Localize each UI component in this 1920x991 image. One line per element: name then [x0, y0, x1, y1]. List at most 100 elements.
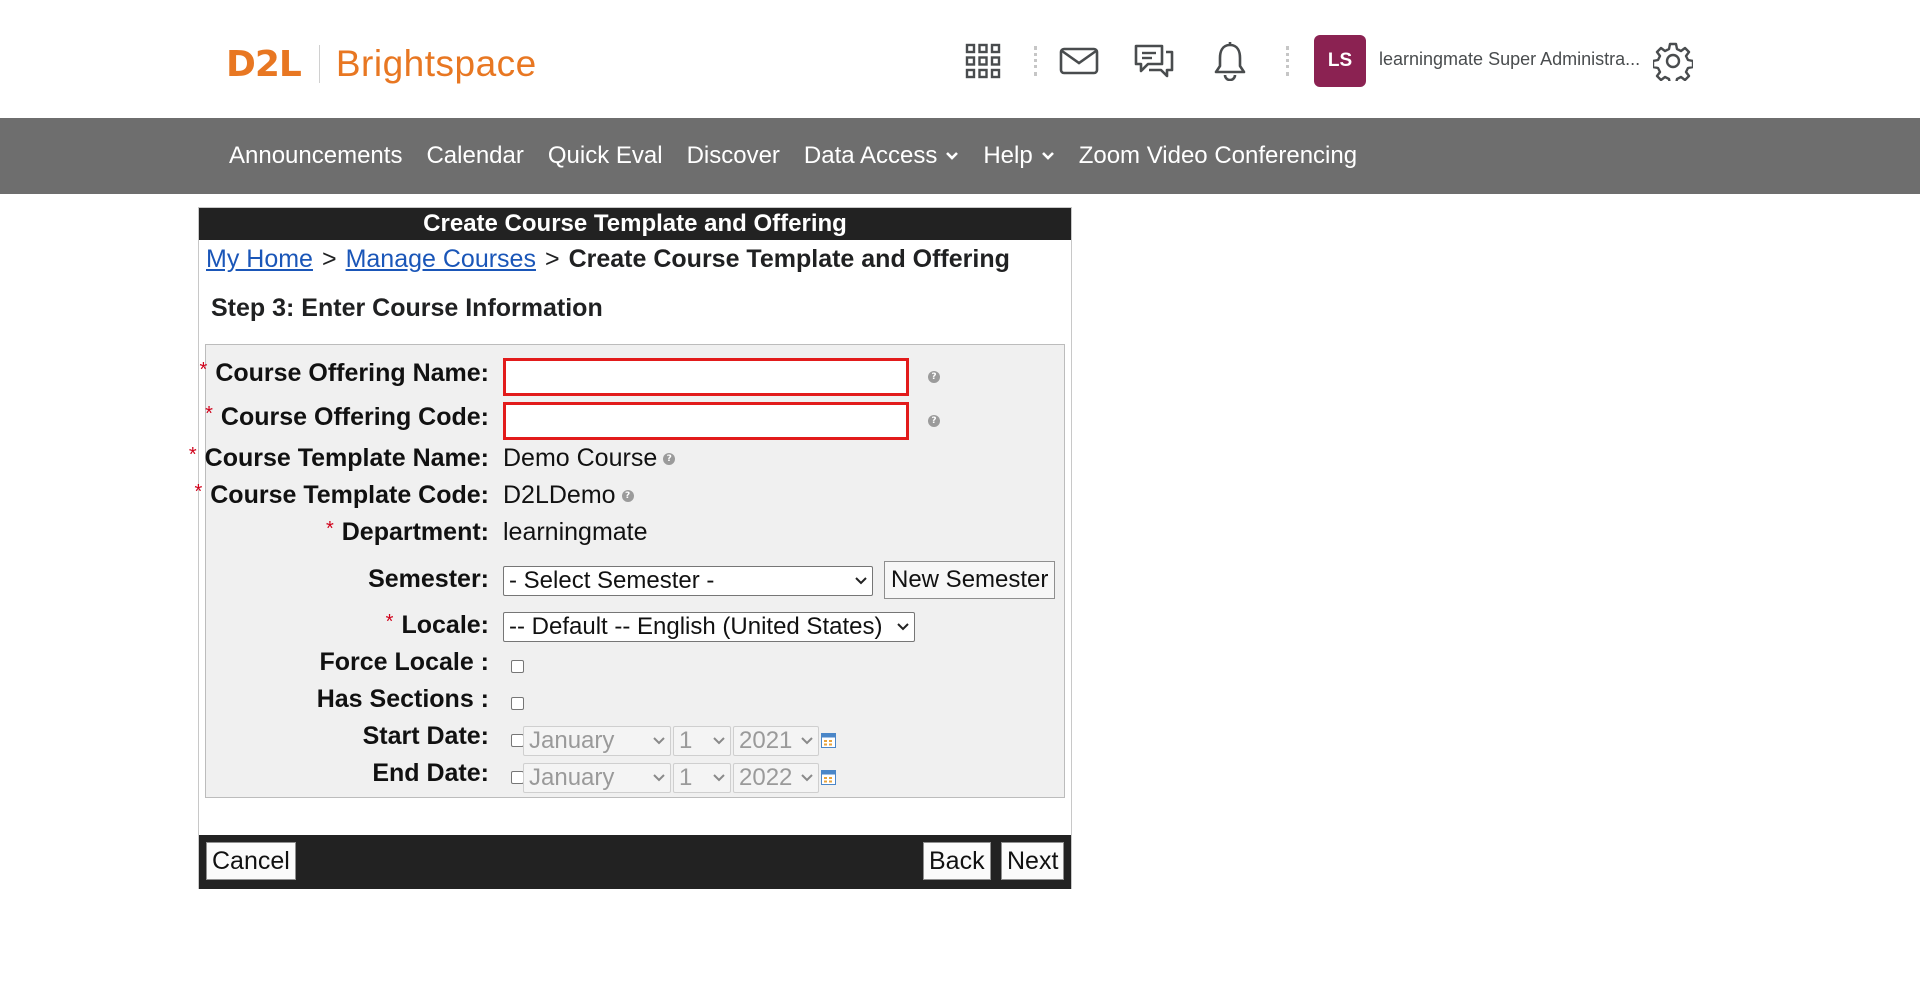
has-sections-label: Has Sections : — [316, 685, 489, 713]
offering-code-input[interactable] — [503, 402, 909, 440]
offering-name-label: * Course Offering Name: — [199, 359, 489, 387]
required-marker: * — [199, 359, 208, 381]
chevron-down-icon — [1041, 151, 1055, 161]
nav-zoom-video-conferencing[interactable]: Zoom Video Conferencing — [1067, 142, 1369, 170]
nav-discover[interactable]: Discover — [675, 142, 792, 170]
end-day-value: 1 — [679, 764, 693, 791]
bell-notification-icon[interactable] — [1209, 40, 1251, 82]
end-day-select[interactable]: 1 — [673, 763, 731, 793]
template-code-value-row: D2LDemo? — [503, 481, 634, 510]
calendar-icon[interactable] — [821, 770, 836, 785]
dialog-footer: Cancel Back Next — [199, 835, 1071, 889]
new-semester-button[interactable]: New Semester — [884, 561, 1056, 599]
nav-label: Discover — [686, 142, 780, 169]
chevron-down-icon — [896, 613, 910, 641]
required-marker: * — [188, 444, 197, 466]
chevron-down-icon — [652, 727, 666, 755]
required-marker: * — [205, 403, 213, 425]
help-icon[interactable]: ? — [621, 490, 634, 503]
start-year-select[interactable]: 2021 — [733, 726, 819, 756]
offering-code-label: * Course Offering Code: — [205, 403, 489, 431]
breadcrumb: My Home > Manage Courses > Create Course Tem… — [206, 245, 1010, 274]
waffle-grid-icon[interactable] — [962, 40, 1004, 82]
nav-label: Data Access — [803, 142, 938, 169]
chat-bubbles-icon[interactable] — [1133, 40, 1175, 82]
department-label: * Department: — [325, 518, 489, 546]
user-name[interactable]: learningmate Super Administra... — [1379, 49, 1640, 70]
nav-data-access[interactable]: Data Access — [792, 142, 971, 170]
template-name-label: * Course Template Name: — [188, 444, 489, 472]
has-sections-checkbox[interactable] — [511, 697, 524, 710]
semester-selected-value: - Select Semester - — [509, 567, 715, 594]
force-locale-label: Force Locale : — [319, 648, 490, 676]
nav-label: Announcements — [229, 142, 403, 169]
end-year-value: 2022 — [739, 764, 793, 791]
end-month-select[interactable]: January — [523, 763, 671, 793]
header-divider — [1034, 46, 1037, 76]
nav-help[interactable]: Help — [971, 142, 1066, 170]
nav-label: Calendar — [426, 142, 524, 169]
chevron-down-icon — [652, 764, 666, 792]
end-month-value: January — [529, 764, 615, 791]
breadcrumb-manage-courses-link[interactable]: Manage Courses — [346, 245, 536, 273]
main-nav-bar: Announcements Calendar Quick Eval Discov… — [0, 118, 1920, 194]
chevron-down-icon — [800, 727, 814, 755]
locale-label: * Locale: — [385, 611, 489, 639]
cancel-button[interactable]: Cancel — [206, 842, 296, 880]
nav-announcements[interactable]: Announcements — [217, 142, 414, 170]
template-code-label: * Course Template Code: — [194, 481, 489, 509]
help-icon[interactable]: ? — [928, 415, 940, 427]
offering-name-input[interactable] — [503, 358, 909, 396]
start-day-select[interactable]: 1 — [673, 726, 731, 756]
logo-divider — [318, 45, 320, 83]
back-button[interactable]: Back — [923, 842, 991, 880]
semester-label: Semester: — [368, 565, 489, 593]
force-locale-checkbox[interactable] — [511, 660, 524, 673]
department-value: learningmate — [503, 518, 648, 546]
end-year-select[interactable]: 2022 — [733, 763, 819, 793]
help-icon[interactable]: ? — [663, 453, 676, 466]
end-date-label: End Date: — [372, 759, 489, 787]
required-marker: * — [385, 611, 394, 633]
calendar-icon[interactable] — [821, 733, 836, 748]
create-course-dialog: Create Course Template and Offering My H… — [189, 207, 1072, 889]
nav-label: Help — [983, 142, 1033, 169]
required-marker: * — [325, 518, 334, 540]
semester-select[interactable]: - Select Semester - — [503, 566, 873, 596]
nav-label: Zoom Video Conferencing — [1078, 142, 1358, 169]
step-title: Step 3: Enter Course Information — [211, 294, 603, 322]
course-info-form: * Course Offering Name: ? * Course Offerin… — [189, 344, 1065, 798]
next-button[interactable]: Next — [1001, 842, 1065, 880]
start-month-value: January — [529, 727, 615, 754]
help-icon[interactable]: ? — [928, 371, 940, 383]
breadcrumb-separator: > — [321, 245, 337, 273]
template-code-value: D2LDemo — [503, 481, 616, 509]
brightspace-logo[interactable]: D2L Brightspace — [226, 43, 537, 85]
start-year-value: 2021 — [739, 727, 793, 754]
required-marker: * — [194, 481, 203, 503]
nav-calendar[interactable]: Calendar — [414, 142, 535, 170]
start-month-select[interactable]: January — [523, 726, 671, 756]
nav-quick-eval[interactable]: Quick Eval — [536, 142, 675, 170]
gear-icon[interactable] — [1652, 40, 1694, 82]
template-name-value: Demo Course — [503, 444, 658, 472]
logo-d2l-text: D2L — [226, 43, 302, 85]
start-day-value: 1 — [679, 727, 693, 754]
breadcrumb-separator: > — [544, 245, 560, 273]
locale-select[interactable]: -- Default -- English (United States) — [503, 612, 915, 642]
mail-icon[interactable] — [1058, 40, 1100, 82]
chevron-down-icon — [854, 567, 868, 595]
user-avatar[interactable]: LS — [1314, 35, 1366, 87]
breadcrumb-my-home-link[interactable]: My Home — [206, 245, 313, 273]
chevron-down-icon — [712, 727, 726, 755]
dialog-title: Create Course Template and Offering — [199, 208, 1071, 240]
chevron-down-icon — [945, 151, 959, 161]
breadcrumb-current: Create Course Template and Offering — [568, 245, 1010, 273]
header-divider — [1286, 46, 1289, 76]
start-date-label: Start Date: — [362, 722, 489, 750]
nav-label: Quick Eval — [547, 142, 663, 169]
chevron-down-icon — [712, 764, 726, 792]
top-header: D2L Brightspace LS learningmate Super Ad… — [0, 0, 1920, 118]
logo-brightspace-text: Brightspace — [335, 43, 537, 84]
locale-selected-value: -- Default -- English (United States) — [509, 613, 883, 640]
